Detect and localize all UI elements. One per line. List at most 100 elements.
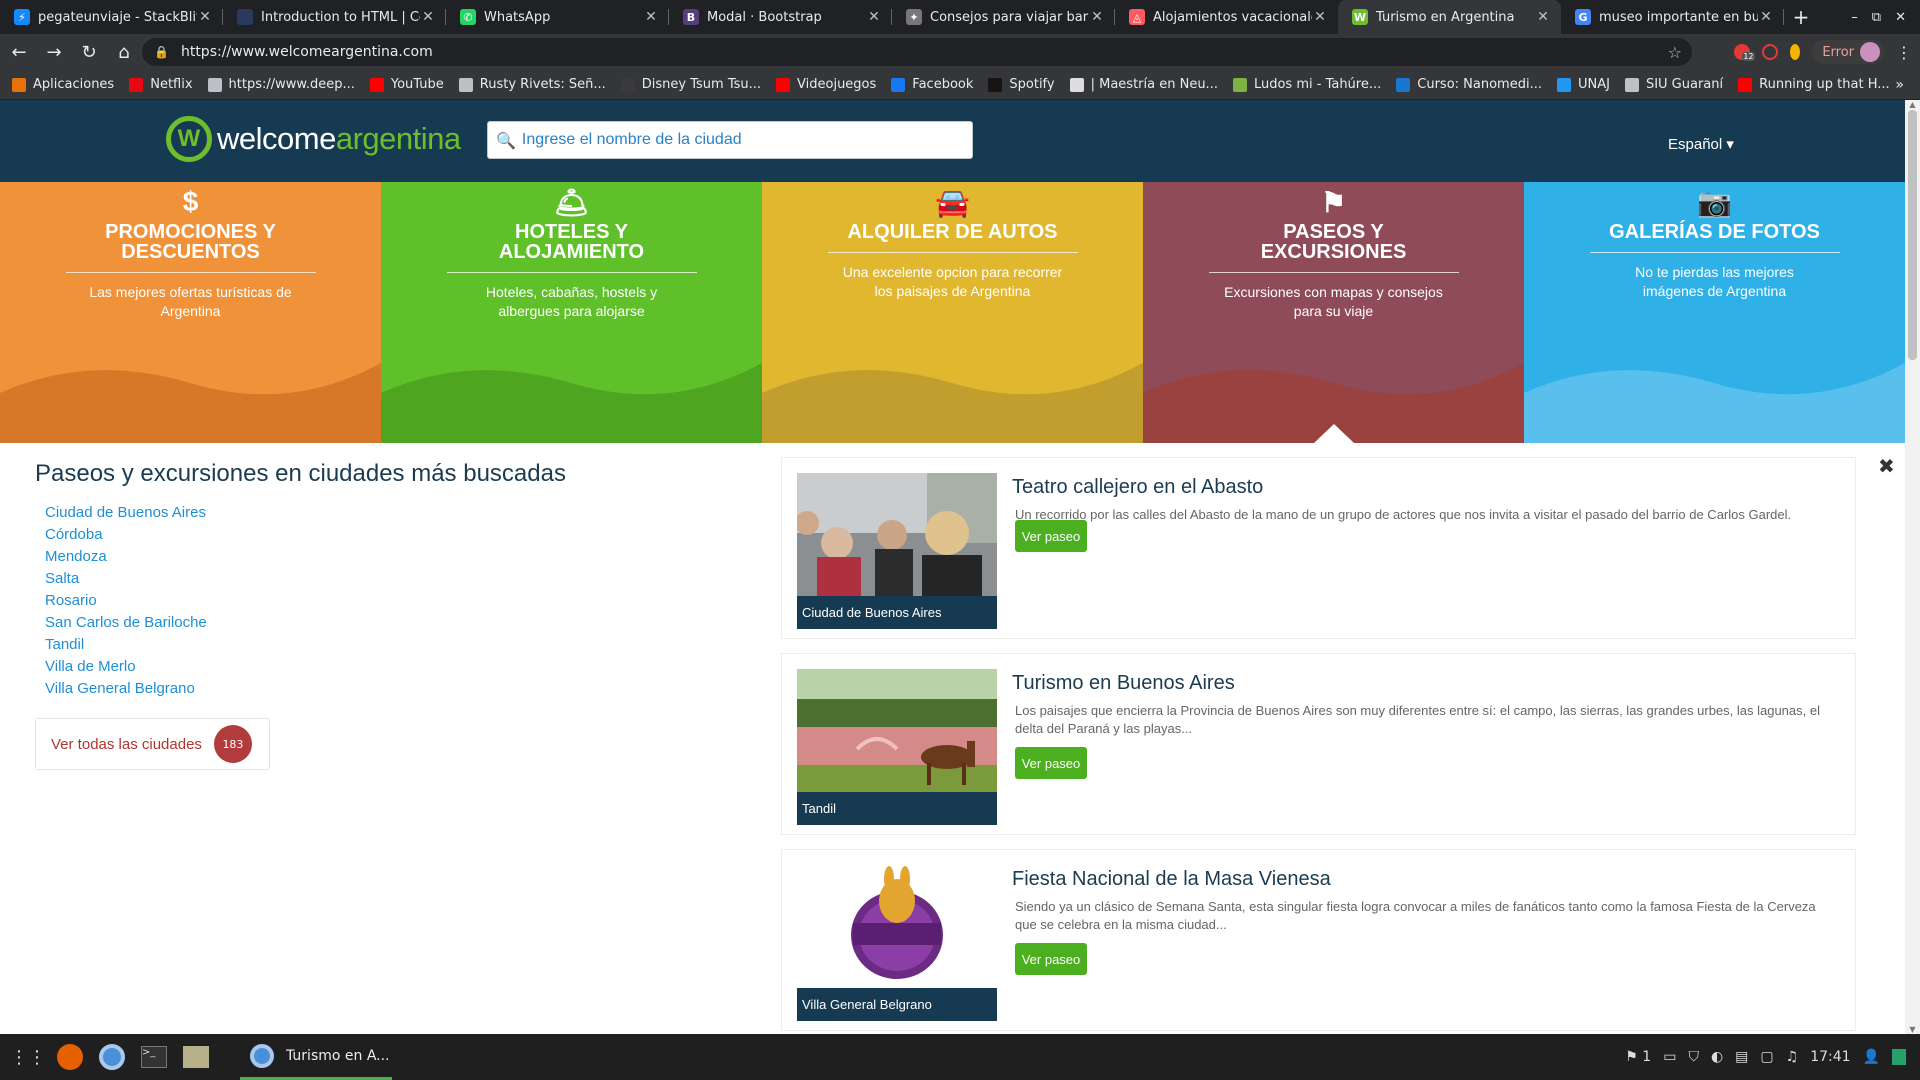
city-link[interactable]: Salta <box>45 568 207 590</box>
tour-image[interactable]: Ciudad de Buenos Aires <box>797 473 997 629</box>
city-link[interactable]: Rosario <box>45 590 207 612</box>
music-icon[interactable]: ♫ <box>1786 1049 1799 1065</box>
browser-tab[interactable]: ◬ Alojamientos vacacionales ✕ <box>1115 0 1338 34</box>
bookmark-item[interactable]: Netflix <box>129 77 193 92</box>
close-tab-icon[interactable]: ✕ <box>1758 9 1774 25</box>
city-link[interactable]: Tandil <box>45 634 207 656</box>
forward-icon[interactable]: → <box>38 36 70 68</box>
city-search-input[interactable] <box>521 131 962 149</box>
bookmark-item[interactable]: Running up that H... <box>1738 77 1890 92</box>
bookmark-item[interactable]: SIU Guaraní <box>1624 77 1724 92</box>
reload-icon[interactable]: ↻ <box>73 36 105 68</box>
bookmark-item[interactable]: Spotify <box>988 77 1055 92</box>
tour-image[interactable]: Tandil <box>797 669 997 825</box>
maximize-icon[interactable]: ⧉ <box>1872 10 1881 25</box>
address-bar[interactable]: 🔒 https://www.welcomeargentina.com ☆ <box>142 38 1692 66</box>
city-link[interactable]: Villa de Merlo <box>45 656 207 678</box>
category-banner[interactable]: 🛎 Hoteles y alojamiento Hoteles, cabañas, … <box>381 182 762 443</box>
more-bookmarks-icon[interactable]: » <box>1895 77 1904 93</box>
tour-title[interactable]: Turismo en Buenos Aires <box>1012 672 1235 695</box>
bookmark-label: Facebook <box>912 77 974 92</box>
extension-yellow-icon[interactable] <box>1790 44 1801 60</box>
close-tab-icon[interactable]: ✕ <box>420 9 436 25</box>
category-banner[interactable]: $ Promociones y descuentos Las mejores ofe… <box>0 182 381 443</box>
all-cities-button[interactable]: Ver todas las ciudades 183 <box>35 718 270 770</box>
category-banner[interactable]: 🚘 Alquiler de autos Una excelente opcion p… <box>762 182 1143 443</box>
language-dropdown[interactable]: Español ▾ <box>1668 135 1734 153</box>
category-banner[interactable]: 📷 Galerías de fotos No te pierdas las mejo… <box>1524 182 1905 443</box>
browser-tab[interactable]: B Modal · Bootstrap ✕ <box>669 0 892 34</box>
display-icon[interactable]: ▭ <box>1663 1049 1676 1065</box>
scroll-up-icon[interactable]: ▲ <box>1905 100 1920 109</box>
back-icon[interactable]: ← <box>3 36 35 68</box>
close-tab-icon[interactable]: ✕ <box>643 9 659 25</box>
terminal-icon[interactable]: >_ <box>140 1043 168 1071</box>
tour-title[interactable]: Fiesta Nacional de la Masa Vienesa <box>1012 868 1331 891</box>
tour-image[interactable]: Villa General Belgrano <box>797 865 997 1021</box>
close-tab-icon[interactable]: ✕ <box>1535 9 1551 25</box>
shield-icon[interactable]: ⛉ <box>1688 1049 1699 1065</box>
category-banner[interactable]: ⚑ Paseos y excursiones Excursiones con map… <box>1143 182 1524 443</box>
bookmark-item[interactable]: Curso: Nanomedi... <box>1396 77 1542 92</box>
close-tab-icon[interactable]: ✕ <box>866 9 882 25</box>
bookmark-item[interactable]: UNAJ <box>1556 77 1610 92</box>
profile-error-button[interactable]: Error <box>1812 40 1884 64</box>
bookmark-item[interactable]: Rusty Rivets: Señ... <box>458 77 606 92</box>
bookmark-item[interactable]: Aplicaciones <box>12 77 114 92</box>
close-window-icon[interactable]: ✕ <box>1895 10 1906 25</box>
close-tab-icon[interactable]: ✕ <box>197 9 213 25</box>
tab-title: museo importante en bue <box>1599 9 1758 25</box>
minimize-icon[interactable]: – <box>1851 10 1858 25</box>
scrollbar-thumb[interactable] <box>1908 110 1917 360</box>
city-link[interactable]: Mendoza <box>45 546 207 568</box>
city-link[interactable]: Córdoba <box>45 524 207 546</box>
city-link[interactable]: San Carlos de Bariloche <box>45 612 207 634</box>
google-icon: G <box>1575 9 1591 25</box>
network-icon[interactable]: ◐ <box>1711 1049 1723 1065</box>
app-grid-icon[interactable]: ⋮⋮ <box>10 1043 46 1071</box>
bookmark-item[interactable]: Disney Tsum Tsu... <box>620 77 761 92</box>
home-icon[interactable]: ⌂ <box>108 36 140 68</box>
firefox-icon[interactable] <box>56 1043 84 1071</box>
bookmark-item[interactable]: | Maestría en Neu... <box>1069 77 1218 92</box>
site-logo[interactable]: W welcomeargentina <box>166 116 461 162</box>
close-tab-icon[interactable]: ✕ <box>1312 9 1328 25</box>
close-icon[interactable]: ✖ <box>1878 454 1895 478</box>
bookmark-label: SIU Guaraní <box>1645 77 1724 92</box>
user-icon[interactable]: 👤 <box>1863 1049 1880 1065</box>
browser-tab[interactable]: W Turismo en Argentina ✕ <box>1338 0 1561 34</box>
menu-kebab-icon[interactable]: ⋮ <box>1896 43 1912 62</box>
bookmark-item[interactable]: https://www.deep... <box>207 77 355 92</box>
browser-tab[interactable]: Gmuseo importante en bue ✕ <box>1561 0 1784 34</box>
camera-icon: 📷 <box>1697 187 1732 218</box>
extension-red-icon[interactable]: 12 <box>1734 44 1755 61</box>
bookmark-star-icon[interactable]: ☆ <box>1668 43 1682 62</box>
new-tab-button[interactable]: + <box>1784 0 1818 34</box>
browser-tab[interactable]: ✦ Consejos para viajar barato✕ <box>892 0 1115 34</box>
view-tour-button[interactable]: Ver paseo <box>1015 520 1087 552</box>
page-scrollbar[interactable]: ▲ ▼ <box>1905 100 1920 1034</box>
bookmark-item[interactable]: Videojuegos <box>776 77 876 92</box>
scroll-down-icon[interactable]: ▼ <box>1905 1025 1920 1034</box>
active-window-task[interactable]: Turismo en A... <box>240 1034 392 1080</box>
city-link[interactable]: Villa General Belgrano <box>45 678 207 700</box>
workspace-indicator[interactable]: ⚑ 1 <box>1625 1049 1651 1065</box>
tour-title[interactable]: Teatro callejero en el Abasto <box>1012 476 1263 499</box>
bookmark-item[interactable]: Ludos mi - Tahúre... <box>1232 77 1381 92</box>
file-manager-icon[interactable] <box>182 1043 210 1071</box>
clipboard-icon[interactable]: ▤ <box>1735 1049 1748 1065</box>
browser-tab[interactable]: Introduction to HTML | Cod ✕ <box>223 0 446 34</box>
browser-tab[interactable]: ✆ WhatsApp ✕ <box>446 0 669 34</box>
notes-icon[interactable] <box>1892 1049 1906 1065</box>
view-tour-button[interactable]: Ver paseo <box>1015 943 1087 975</box>
block-icon[interactable] <box>1762 44 1779 60</box>
screen-icon[interactable]: ▢ <box>1760 1049 1773 1065</box>
close-tab-icon[interactable]: ✕ <box>1089 9 1105 25</box>
lock-icon[interactable]: 🔒 <box>154 45 169 59</box>
city-link[interactable]: Ciudad de Buenos Aires <box>45 502 207 524</box>
chromium-icon[interactable] <box>98 1043 126 1071</box>
view-tour-button[interactable]: Ver paseo <box>1015 747 1087 779</box>
bookmark-item[interactable]: YouTube <box>369 77 444 92</box>
browser-tab[interactable]: ⚡ pegateunviaje - StackBlitz ✕ <box>0 0 223 34</box>
bookmark-item[interactable]: Facebook <box>891 77 973 92</box>
